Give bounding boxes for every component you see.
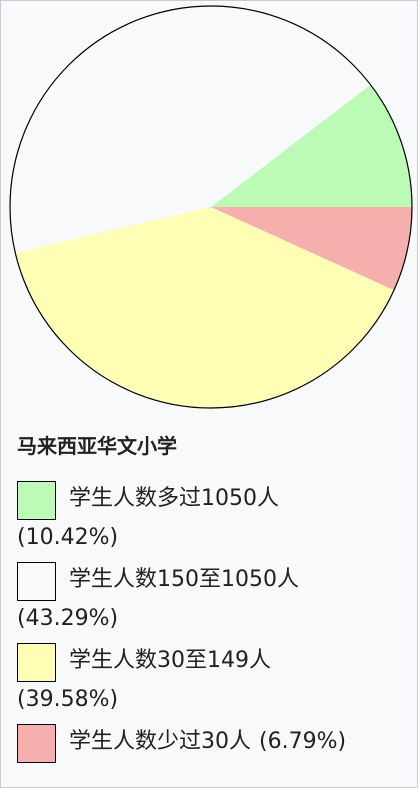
legend-item: 学生人数少过30人 (6.79%)	[17, 722, 412, 763]
legend-swatch	[17, 724, 56, 763]
legend-item: 学生人数30至149人 (39.58%)	[17, 641, 412, 720]
legend-percent: (10.42%)	[17, 525, 119, 550]
legend-swatch	[17, 562, 56, 601]
legend-percent: (6.79%)	[259, 729, 347, 754]
legend-item: 学生人数多过1050人 (10.42%)	[17, 479, 412, 558]
legend-label: 学生人数150至1050人	[69, 567, 299, 592]
legend: 学生人数多过1050人 (10.42%) 学生人数150至1050人 (43.2…	[17, 479, 412, 765]
chart-title: 马来西亚华文小学	[17, 434, 177, 458]
legend-label: 学生人数多过1050人	[69, 486, 279, 511]
pie-chart	[9, 5, 413, 409]
legend-swatch	[17, 643, 56, 682]
legend-label: 学生人数少过30人	[69, 729, 251, 754]
legend-item: 学生人数150至1050人 (43.29%)	[17, 560, 412, 639]
legend-label: 学生人数30至149人	[69, 648, 271, 673]
chart-panel: 马来西亚华文小学 学生人数多过1050人 (10.42%) 学生人数150至10…	[0, 0, 418, 788]
legend-percent: (39.58%)	[17, 687, 119, 712]
legend-percent: (43.29%)	[17, 606, 119, 631]
legend-swatch	[17, 481, 56, 520]
